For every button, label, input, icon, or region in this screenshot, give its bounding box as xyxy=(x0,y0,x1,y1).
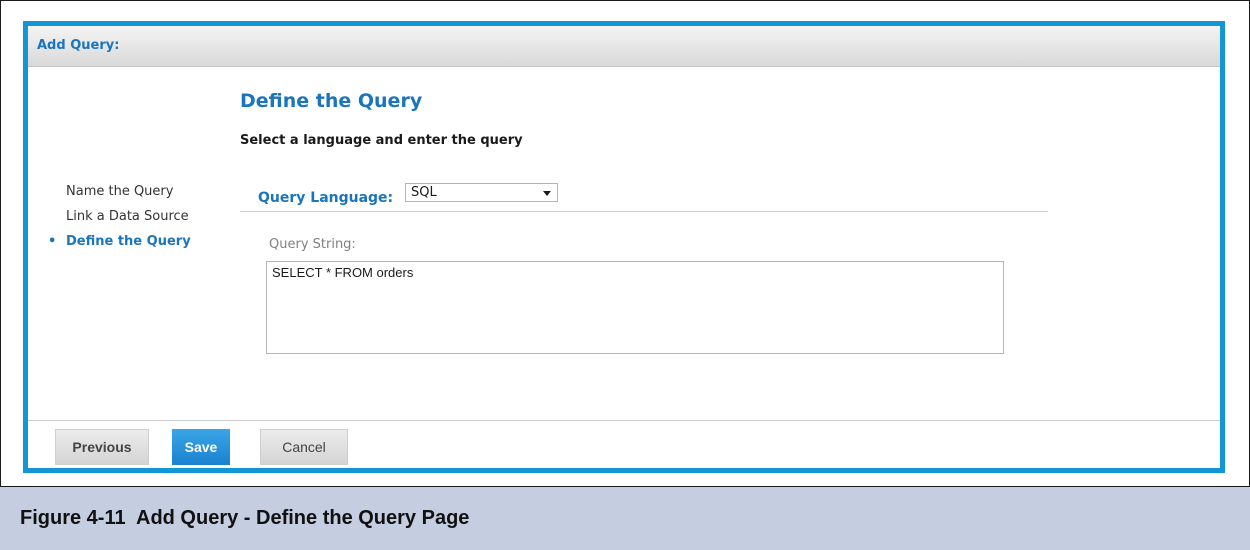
divider xyxy=(240,211,1048,212)
query-string-input[interactable]: SELECT * FROM orders xyxy=(266,261,1004,354)
dialog-footer: Previous Save Cancel xyxy=(28,420,1220,468)
wizard-step-label: Link a Data Source xyxy=(66,209,189,224)
wizard-step-label: Name the Query xyxy=(66,184,174,199)
section-title: Define the Query xyxy=(240,90,423,112)
query-language-label: Query Language: xyxy=(258,190,394,206)
chevron-down-icon xyxy=(543,191,551,196)
save-button[interactable]: Save xyxy=(172,429,230,465)
wizard-steps: Name the Query Link a Data Source • Defi… xyxy=(48,179,191,254)
figure-caption: Figure 4-11 Add Query - Define the Query… xyxy=(0,486,1250,550)
cancel-button[interactable]: Cancel xyxy=(260,429,348,465)
figure-caption-text: Add Query - Define the Query Page xyxy=(136,507,470,529)
screenshot-frame: Add Query: Name the Query Link a Data So… xyxy=(0,0,1250,487)
previous-button[interactable]: Previous xyxy=(55,429,149,465)
figure-number: Figure 4-11 xyxy=(20,507,126,529)
query-language-select[interactable]: SQL xyxy=(405,183,558,202)
section-subtitle: Select a language and enter the query xyxy=(240,133,523,148)
active-step-bullet-icon: • xyxy=(48,234,57,249)
dialog-title: Add Query: xyxy=(37,38,120,53)
wizard-step-define-the-query[interactable]: • Define the Query xyxy=(48,229,191,254)
dialog-header: Add Query: xyxy=(28,26,1220,67)
wizard-step-name-the-query[interactable]: Name the Query xyxy=(66,179,191,204)
add-query-dialog: Add Query: Name the Query Link a Data So… xyxy=(23,21,1225,473)
query-string-label: Query String: xyxy=(269,237,356,252)
wizard-step-label: Define the Query xyxy=(66,234,191,249)
wizard-step-link-data-source[interactable]: Link a Data Source xyxy=(66,204,191,229)
query-language-value: SQL xyxy=(411,185,437,200)
